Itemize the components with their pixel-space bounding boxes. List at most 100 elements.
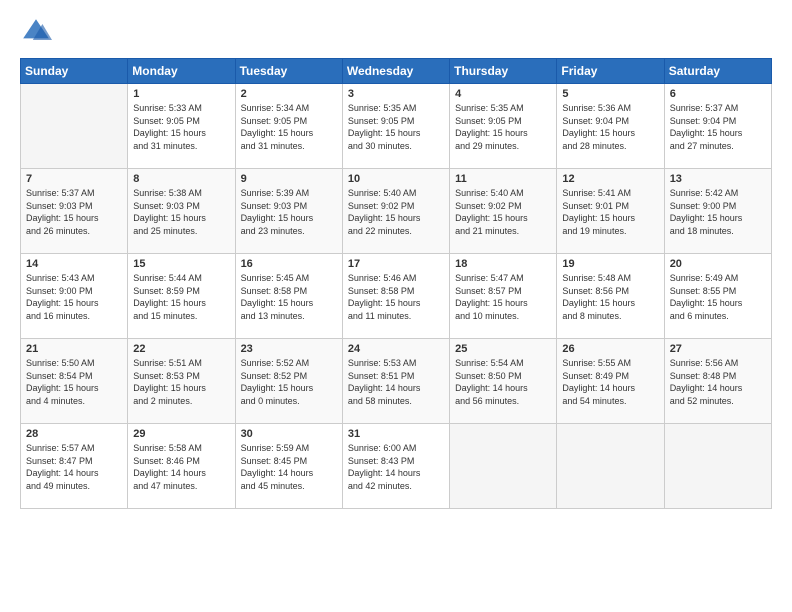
calendar-day: 10 Sunrise: 5:40 AM Sunset: 9:02 PM Dayli… xyxy=(342,169,449,254)
day-info: Sunrise: 5:58 AM Sunset: 8:46 PM Dayligh… xyxy=(133,442,229,492)
day-number: 29 xyxy=(133,428,229,440)
calendar-day: 2 Sunrise: 5:34 AM Sunset: 9:05 PM Daylig… xyxy=(235,84,342,169)
day-info: Sunrise: 5:43 AM Sunset: 9:00 PM Dayligh… xyxy=(26,272,122,322)
calendar-header-sunday: Sunday xyxy=(21,59,128,84)
day-info: Sunrise: 5:41 AM Sunset: 9:01 PM Dayligh… xyxy=(562,187,658,237)
day-info: Sunrise: 5:39 AM Sunset: 9:03 PM Dayligh… xyxy=(241,187,337,237)
day-number: 13 xyxy=(670,173,766,185)
calendar-day: 20 Sunrise: 5:49 AM Sunset: 8:55 PM Dayli… xyxy=(664,254,771,339)
day-info: Sunrise: 5:54 AM Sunset: 8:50 PM Dayligh… xyxy=(455,357,551,407)
calendar-day: 31 Sunrise: 6:00 AM Sunset: 8:43 PM Dayli… xyxy=(342,424,449,509)
day-info: Sunrise: 5:50 AM Sunset: 8:54 PM Dayligh… xyxy=(26,357,122,407)
day-number: 2 xyxy=(241,88,337,100)
calendar-day: 15 Sunrise: 5:44 AM Sunset: 8:59 PM Dayli… xyxy=(128,254,235,339)
day-number: 1 xyxy=(133,88,229,100)
calendar-day: 17 Sunrise: 5:46 AM Sunset: 8:58 PM Dayli… xyxy=(342,254,449,339)
day-info: Sunrise: 5:35 AM Sunset: 9:05 PM Dayligh… xyxy=(455,102,551,152)
day-number: 8 xyxy=(133,173,229,185)
calendar-day: 24 Sunrise: 5:53 AM Sunset: 8:51 PM Dayli… xyxy=(342,339,449,424)
page: SundayMondayTuesdayWednesdayThursdayFrid… xyxy=(0,0,792,612)
day-info: Sunrise: 5:44 AM Sunset: 8:59 PM Dayligh… xyxy=(133,272,229,322)
calendar-day: 27 Sunrise: 5:56 AM Sunset: 8:48 PM Dayli… xyxy=(664,339,771,424)
day-number: 5 xyxy=(562,88,658,100)
calendar-day: 16 Sunrise: 5:45 AM Sunset: 8:58 PM Dayli… xyxy=(235,254,342,339)
day-info: Sunrise: 5:56 AM Sunset: 8:48 PM Dayligh… xyxy=(670,357,766,407)
calendar-day: 25Sunrise: 5:54 AM Sunset: 8:50 PM Dayli… xyxy=(450,339,557,424)
day-info: Sunrise: 6:00 AM Sunset: 8:43 PM Dayligh… xyxy=(348,442,444,492)
day-number: 6 xyxy=(670,88,766,100)
day-info: Sunrise: 5:40 AM Sunset: 9:02 PM Dayligh… xyxy=(348,187,444,237)
calendar-header-wednesday: Wednesday xyxy=(342,59,449,84)
calendar-week-1: 1 Sunrise: 5:33 AM Sunset: 9:05 PM Daylig… xyxy=(21,84,772,169)
calendar-header-friday: Friday xyxy=(557,59,664,84)
calendar-day: 30Sunrise: 5:59 AM Sunset: 8:45 PM Dayli… xyxy=(235,424,342,509)
calendar-week-5: 28Sunrise: 5:57 AM Sunset: 8:47 PM Dayli… xyxy=(21,424,772,509)
calendar-header-row: SundayMondayTuesdayWednesdayThursdayFrid… xyxy=(21,59,772,84)
day-number: 26 xyxy=(562,343,658,355)
header xyxy=(20,16,772,48)
day-number: 7 xyxy=(26,173,122,185)
day-info: Sunrise: 5:52 AM Sunset: 8:52 PM Dayligh… xyxy=(241,357,337,407)
day-info: Sunrise: 5:45 AM Sunset: 8:58 PM Dayligh… xyxy=(241,272,337,322)
calendar-day: 22Sunrise: 5:51 AM Sunset: 8:53 PM Dayli… xyxy=(128,339,235,424)
day-info: Sunrise: 5:35 AM Sunset: 9:05 PM Dayligh… xyxy=(348,102,444,152)
day-number: 28 xyxy=(26,428,122,440)
calendar-day: 11Sunrise: 5:40 AM Sunset: 9:02 PM Dayli… xyxy=(450,169,557,254)
day-info: Sunrise: 5:49 AM Sunset: 8:55 PM Dayligh… xyxy=(670,272,766,322)
calendar-day: 26 Sunrise: 5:55 AM Sunset: 8:49 PM Dayli… xyxy=(557,339,664,424)
calendar-day: 29 Sunrise: 5:58 AM Sunset: 8:46 PM Dayli… xyxy=(128,424,235,509)
day-number: 4 xyxy=(455,88,551,100)
calendar-day: 21 Sunrise: 5:50 AM Sunset: 8:54 PM Dayli… xyxy=(21,339,128,424)
logo-icon xyxy=(20,16,52,48)
day-number: 27 xyxy=(670,343,766,355)
calendar-day: 12Sunrise: 5:41 AM Sunset: 9:01 PM Dayli… xyxy=(557,169,664,254)
day-info: Sunrise: 5:36 AM Sunset: 9:04 PM Dayligh… xyxy=(562,102,658,152)
day-info: Sunrise: 5:48 AM Sunset: 8:56 PM Dayligh… xyxy=(562,272,658,322)
day-number: 21 xyxy=(26,343,122,355)
calendar: SundayMondayTuesdayWednesdayThursdayFrid… xyxy=(20,58,772,509)
calendar-day: 6 Sunrise: 5:37 AM Sunset: 9:04 PM Daylig… xyxy=(664,84,771,169)
day-number: 18 xyxy=(455,258,551,270)
calendar-day xyxy=(664,424,771,509)
calendar-day: 14 Sunrise: 5:43 AM Sunset: 9:00 PM Dayli… xyxy=(21,254,128,339)
calendar-day: 3 Sunrise: 5:35 AM Sunset: 9:05 PM Daylig… xyxy=(342,84,449,169)
day-number: 15 xyxy=(133,258,229,270)
day-info: Sunrise: 5:34 AM Sunset: 9:05 PM Dayligh… xyxy=(241,102,337,152)
day-number: 3 xyxy=(348,88,444,100)
calendar-day: 28Sunrise: 5:57 AM Sunset: 8:47 PM Dayli… xyxy=(21,424,128,509)
calendar-week-4: 21 Sunrise: 5:50 AM Sunset: 8:54 PM Dayli… xyxy=(21,339,772,424)
day-info: Sunrise: 5:55 AM Sunset: 8:49 PM Dayligh… xyxy=(562,357,658,407)
day-number: 17 xyxy=(348,258,444,270)
calendar-day xyxy=(21,84,128,169)
day-info: Sunrise: 5:42 AM Sunset: 9:00 PM Dayligh… xyxy=(670,187,766,237)
calendar-day: 8 Sunrise: 5:38 AM Sunset: 9:03 PM Daylig… xyxy=(128,169,235,254)
calendar-header-monday: Monday xyxy=(128,59,235,84)
day-number: 24 xyxy=(348,343,444,355)
calendar-header-thursday: Thursday xyxy=(450,59,557,84)
calendar-day: 5 Sunrise: 5:36 AM Sunset: 9:04 PM Daylig… xyxy=(557,84,664,169)
day-info: Sunrise: 5:47 AM Sunset: 8:57 PM Dayligh… xyxy=(455,272,551,322)
day-number: 20 xyxy=(670,258,766,270)
day-number: 10 xyxy=(348,173,444,185)
day-number: 14 xyxy=(26,258,122,270)
day-info: Sunrise: 5:46 AM Sunset: 8:58 PM Dayligh… xyxy=(348,272,444,322)
calendar-header-saturday: Saturday xyxy=(664,59,771,84)
day-number: 16 xyxy=(241,258,337,270)
calendar-week-2: 7 Sunrise: 5:37 AM Sunset: 9:03 PM Daylig… xyxy=(21,169,772,254)
calendar-day: 1 Sunrise: 5:33 AM Sunset: 9:05 PM Daylig… xyxy=(128,84,235,169)
day-info: Sunrise: 5:40 AM Sunset: 9:02 PM Dayligh… xyxy=(455,187,551,237)
logo xyxy=(20,16,56,48)
day-number: 31 xyxy=(348,428,444,440)
day-info: Sunrise: 5:37 AM Sunset: 9:04 PM Dayligh… xyxy=(670,102,766,152)
day-number: 23 xyxy=(241,343,337,355)
day-number: 30 xyxy=(241,428,337,440)
day-number: 19 xyxy=(562,258,658,270)
day-info: Sunrise: 5:37 AM Sunset: 9:03 PM Dayligh… xyxy=(26,187,122,237)
day-info: Sunrise: 5:38 AM Sunset: 9:03 PM Dayligh… xyxy=(133,187,229,237)
day-info: Sunrise: 5:33 AM Sunset: 9:05 PM Dayligh… xyxy=(133,102,229,152)
calendar-day: 9Sunrise: 5:39 AM Sunset: 9:03 PM Daylig… xyxy=(235,169,342,254)
calendar-day: 18 Sunrise: 5:47 AM Sunset: 8:57 PM Dayli… xyxy=(450,254,557,339)
calendar-day: 13 Sunrise: 5:42 AM Sunset: 9:00 PM Dayli… xyxy=(664,169,771,254)
calendar-day: 19 Sunrise: 5:48 AM Sunset: 8:56 PM Dayli… xyxy=(557,254,664,339)
day-info: Sunrise: 5:53 AM Sunset: 8:51 PM Dayligh… xyxy=(348,357,444,407)
